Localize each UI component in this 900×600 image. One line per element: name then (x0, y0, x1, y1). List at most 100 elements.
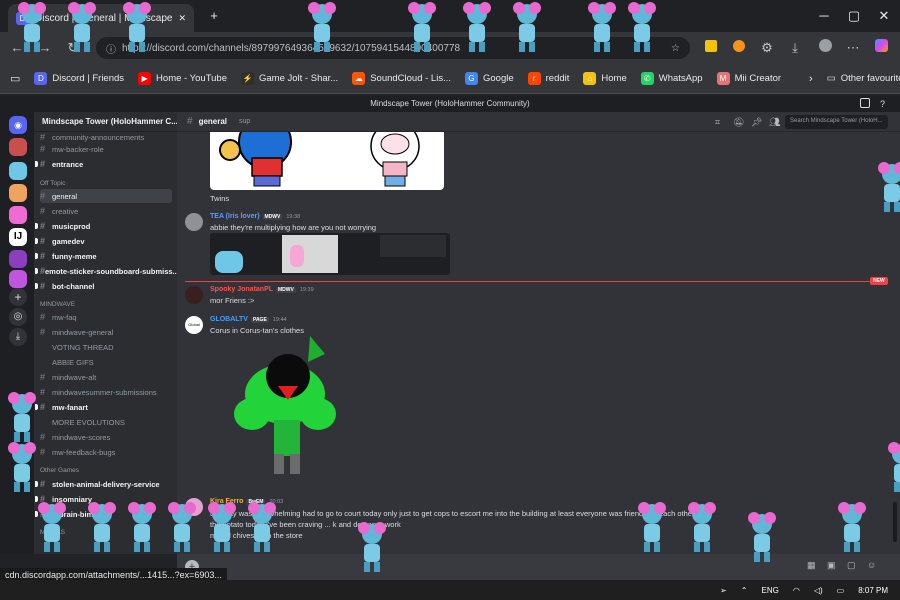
extension-icon[interactable] (700, 37, 722, 59)
server-icon[interactable] (9, 162, 27, 180)
gif-icon[interactable]: ▣ (827, 560, 836, 571)
username[interactable]: GLOBALTV PAGE 19:44 (210, 316, 287, 323)
channel-item[interactable]: # general (40, 189, 172, 203)
members-icon[interactable]: 👥︎ (769, 117, 780, 128)
channel-item[interactable]: # mw-faq (40, 310, 172, 324)
channel-item[interactable]: # mindwave-alt (40, 370, 172, 384)
server-header[interactable]: Mindscape Tower (HoloHammer C... ⌄ (34, 112, 177, 132)
unread-indicator (35, 238, 38, 244)
channel-item[interactable]: # creative (40, 204, 172, 218)
threads-icon[interactable]: ⌗ (715, 117, 720, 128)
channel-item[interactable]: # mindwave-scores (40, 430, 172, 444)
channel-item[interactable]: # musicprod (35, 219, 172, 233)
channel-item[interactable]: # emote-sticker-soundboard-submiss... (35, 264, 177, 278)
channel-category[interactable]: Off Topic (40, 180, 65, 187)
bookmark-item[interactable]: ⚡ Game Jolt - Shar... (241, 72, 338, 85)
channel-category[interactable]: MINDWAVE (40, 301, 75, 308)
pin-icon[interactable]: 📌︎ (751, 117, 762, 128)
bookmark-icon: M (716, 72, 730, 85)
channel-item[interactable]: # mw-feedback-bugs (40, 445, 172, 459)
mascot-sticker (628, 2, 656, 52)
channel-item[interactable]: # entrance (35, 157, 172, 171)
bookmark-item[interactable]: D Discord | Friends (34, 72, 124, 85)
mascot-sticker (308, 2, 336, 52)
chevron-right-icon[interactable]: › (809, 73, 813, 85)
video-preview[interactable] (380, 235, 446, 257)
bookmark-item[interactable]: ⌂ Home (583, 72, 627, 85)
channel-item[interactable]: ABBIE GIFS (52, 355, 177, 369)
channel-item[interactable]: # mindwavesummer-submissions (40, 385, 172, 399)
star-icon[interactable]: ☆ (671, 43, 680, 54)
wifi-icon[interactable]: ◠ (793, 586, 800, 595)
avatar[interactable] (185, 286, 203, 304)
battery-icon[interactable]: ▭ (837, 586, 845, 595)
add-server-icon[interactable]: + (9, 288, 27, 306)
download-icon[interactable]: ⤓ (784, 37, 806, 59)
language-indicator[interactable]: ENG (761, 586, 778, 595)
other-favourites[interactable]: ▭ Other favourites (827, 73, 900, 84)
channel-item[interactable]: # mw-fanart (35, 400, 172, 414)
server-icon[interactable]: IJ (9, 228, 27, 246)
search-input[interactable]: Search Mindscape Tower (HoloH... (785, 115, 888, 129)
mascot-sticker (168, 502, 196, 552)
server-icon[interactable] (9, 184, 27, 202)
mascot-sticker (208, 502, 236, 552)
mascot-sticker (513, 2, 541, 52)
avatar[interactable]: Global (185, 316, 203, 334)
profile-icon[interactable] (814, 37, 836, 59)
channel-label: gamedev (52, 236, 85, 246)
avatar[interactable] (185, 213, 203, 231)
bitcoin-extension-icon[interactable] (728, 37, 750, 59)
bookmark-item[interactable]: ☁ SoundCloud - Lis... (352, 72, 451, 85)
corus-image[interactable] (230, 336, 340, 476)
username[interactable]: Spooky JonatanPL MDWV 19:39 (210, 286, 314, 293)
discord-home-icon[interactable]: ◉ (9, 116, 27, 134)
message-composer[interactable]: + ▦ ▣ ▢ ☺ (177, 554, 900, 580)
bookmark-item[interactable]: r reddit (527, 72, 569, 85)
download-apps-icon[interactable]: ⤓ (9, 328, 27, 346)
send-icon[interactable]: ➢ (720, 586, 727, 595)
username[interactable]: TEA (Iris lover) MDWV 19:38 (210, 213, 300, 220)
channel-item[interactable]: # funny-meme (35, 249, 172, 263)
close-tab-icon[interactable]: ✕ (178, 13, 186, 24)
menu-icon[interactable]: ⋯ (842, 37, 864, 59)
image-attachment[interactable] (210, 132, 444, 190)
active-server-icon[interactable] (9, 270, 27, 288)
server-icon[interactable] (9, 206, 27, 224)
channel-item[interactable]: MORE EVOLUTIONS (52, 415, 177, 429)
channel-item[interactable]: # bot-channel (35, 279, 172, 293)
channel-label: mindwavesummer-submissions (52, 387, 157, 397)
server-icon[interactable] (9, 138, 27, 156)
sticker-icon[interactable]: ▢ (847, 560, 856, 571)
channel-item[interactable]: VOTING THREAD (52, 340, 177, 354)
emoji-icon[interactable]: ☺ (867, 560, 876, 570)
message: Global GLOBALTV PAGE 19:44 Corus in Corus-… (185, 316, 885, 476)
scrollbar[interactable] (893, 502, 897, 542)
bookmark-item[interactable]: M Mii Creator (716, 72, 781, 85)
bookmark-item[interactable]: ✆ WhatsApp (640, 72, 703, 85)
inbox-icon[interactable] (860, 98, 870, 108)
close-window-button[interactable]: ✕ (872, 6, 896, 26)
mute-icon[interactable]: 🔕︎ (733, 117, 744, 128)
maximize-button[interactable]: ▢ (842, 6, 866, 26)
channel-item[interactable]: # mw-backer-role (40, 142, 172, 156)
clock[interactable]: 8:07 PM (858, 586, 888, 595)
channel-item[interactable]: # mindwave-general (40, 325, 172, 339)
explore-icon[interactable]: ◎ (9, 308, 27, 326)
gift-icon[interactable]: ▦ (807, 560, 816, 571)
channel-item[interactable]: # stolen-animal-delivery-service (35, 477, 172, 491)
copilot-icon[interactable] (870, 37, 892, 59)
server-icon[interactable] (9, 250, 27, 268)
channel-category[interactable]: Other Games (40, 467, 79, 474)
sidebar-toggle-icon[interactable]: ▭ (10, 72, 20, 85)
extensions-puzzle-icon[interactable]: ⚙ (756, 37, 778, 59)
channel-item[interactable]: # gamedev (35, 234, 172, 248)
chevron-up-icon[interactable]: ⌃ (741, 586, 748, 595)
embedded-attachments[interactable] (210, 233, 450, 275)
bookmark-item[interactable]: ▶ Home - YouTube (138, 72, 227, 85)
minimize-button[interactable]: ─ (812, 6, 836, 26)
bookmark-item[interactable]: G Google (465, 72, 514, 85)
speaker-icon[interactable]: ◁) (814, 586, 823, 595)
new-tab-button[interactable]: + (202, 6, 226, 26)
help-icon[interactable]: ? (880, 96, 885, 112)
